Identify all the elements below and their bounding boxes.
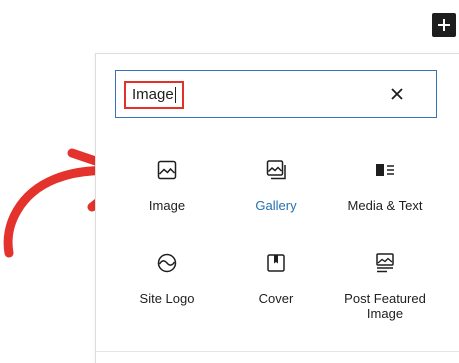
block-item-image[interactable]: Image bbox=[112, 158, 222, 213]
close-icon bbox=[391, 88, 403, 100]
block-item-gallery[interactable]: Gallery bbox=[221, 158, 331, 213]
panel-divider bbox=[96, 351, 459, 352]
clear-search-button[interactable] bbox=[388, 85, 406, 103]
block-label-post-featured-image: Post Featured Image bbox=[344, 291, 426, 321]
block-label-image: Image bbox=[148, 198, 186, 213]
block-label-gallery: Gallery bbox=[255, 198, 297, 213]
block-item-post-featured-image[interactable]: Post Featured Image bbox=[330, 251, 440, 321]
media-text-icon bbox=[373, 158, 397, 182]
block-label-media-text: Media & Text bbox=[347, 198, 423, 213]
text-caret bbox=[174, 87, 176, 103]
add-block-button[interactable] bbox=[432, 13, 456, 37]
block-item-site-logo[interactable]: Site Logo bbox=[112, 251, 222, 306]
editor-canvas: Image Image Gallery Media & Text Site Lo… bbox=[0, 0, 459, 363]
block-item-media-text[interactable]: Media & Text bbox=[330, 158, 440, 213]
block-label-site-logo: Site Logo bbox=[139, 291, 195, 306]
image-icon bbox=[155, 158, 179, 182]
search-value-highlight: Image bbox=[124, 81, 184, 109]
block-label-cover: Cover bbox=[258, 291, 294, 306]
cover-icon bbox=[264, 251, 288, 275]
block-item-cover[interactable]: Cover bbox=[221, 251, 331, 306]
plus-icon bbox=[438, 19, 450, 31]
post-featured-image-icon bbox=[373, 251, 397, 275]
gallery-icon bbox=[264, 158, 288, 182]
search-value-text: Image bbox=[132, 86, 174, 103]
block-search-input[interactable]: Image bbox=[115, 70, 437, 118]
block-inserter-panel: Image Image Gallery Media & Text Site Lo… bbox=[95, 53, 459, 363]
site-logo-icon bbox=[155, 251, 179, 275]
